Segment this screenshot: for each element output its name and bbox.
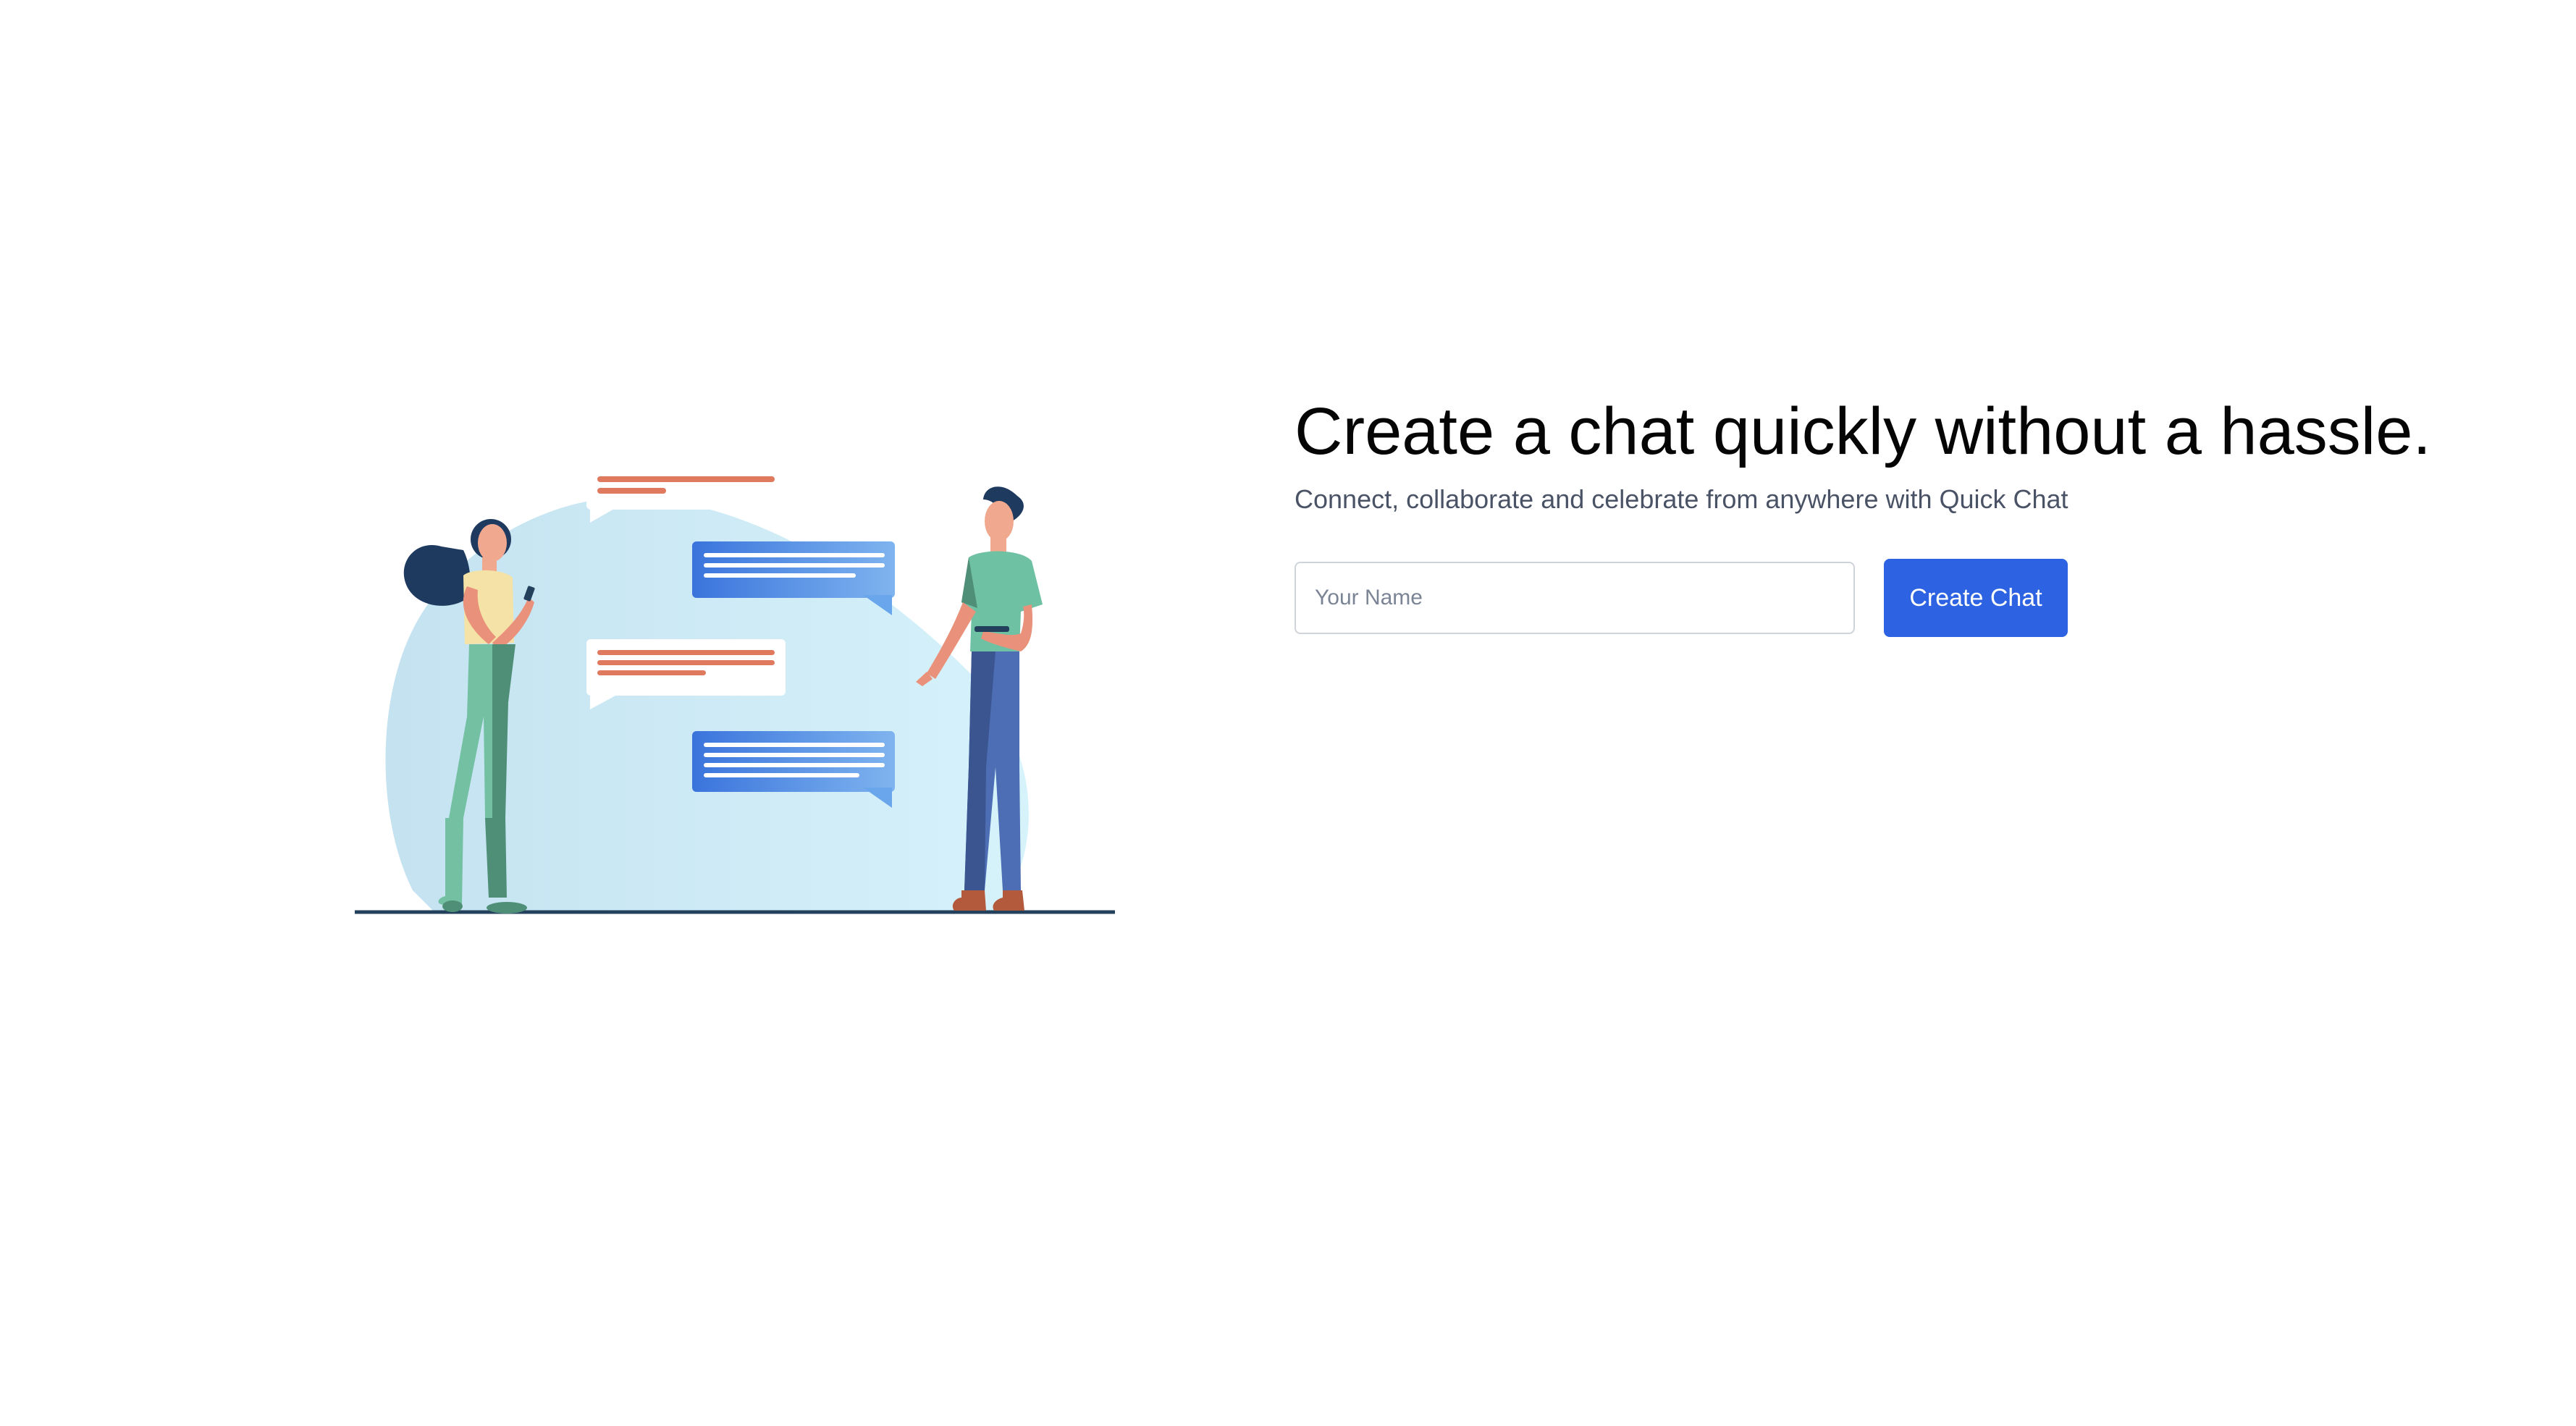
page-subtitle: Connect, collaborate and celebrate from … [1295,484,2068,514]
page-headline: Create a chat quickly without a hassle. [1295,395,2431,468]
create-chat-button[interactable]: Create Chat [1884,559,2068,637]
landing-page: Create a chat quickly without a hassle. … [0,0,2576,1426]
chat-illustration [348,413,1129,919]
create-chat-form: Create Chat [1295,559,2525,637]
two-people-chatting-illustration [355,465,1115,914]
your-name-input[interactable] [1295,562,1855,634]
hero-content: Create a chat quickly without a hassle. … [1295,391,2525,637]
